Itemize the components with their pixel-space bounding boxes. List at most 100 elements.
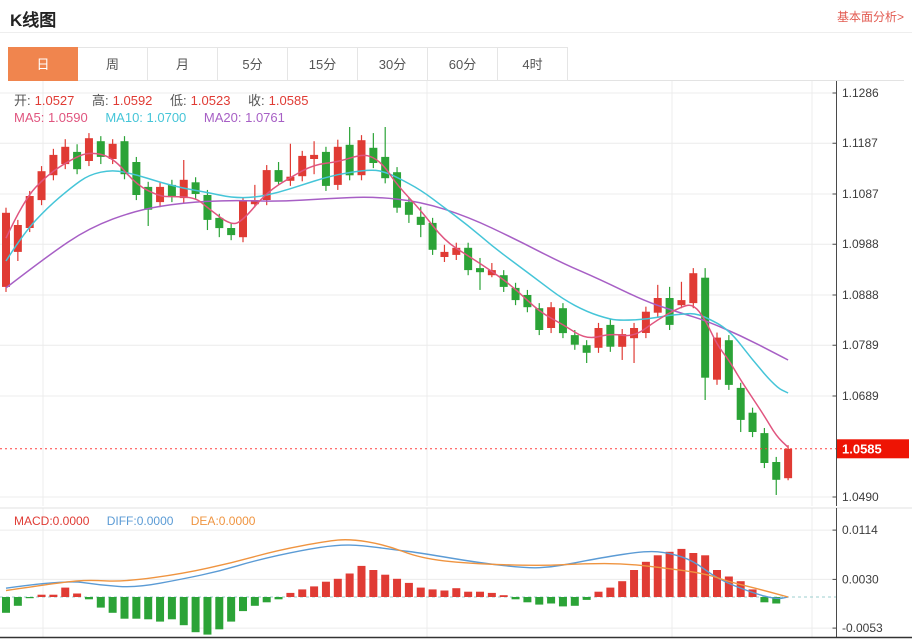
candle-down: [464, 248, 472, 270]
macd-histogram-bar: [393, 579, 401, 597]
candle-down: [725, 340, 733, 385]
candle-down: [760, 433, 768, 463]
tab-60分[interactable]: 60分: [428, 47, 498, 81]
macd-histogram-bar: [476, 592, 484, 597]
macd-histogram-bar: [227, 597, 235, 622]
macd-histogram-bar: [38, 595, 46, 597]
macd-histogram-bar: [322, 582, 330, 597]
candlestick-chart[interactable]: 1.1286 1.1187 1.1087 1.0988 1.0888 1.0789 1.06…: [0, 81, 912, 643]
macd-histogram-bar: [168, 597, 176, 619]
macd-histogram-bar: [263, 597, 271, 602]
candle-up: [49, 155, 57, 175]
y-axis-tick-label: 1.1087: [842, 187, 879, 201]
macd-histogram-bar: [251, 597, 259, 606]
macd-histogram-bar: [180, 597, 188, 625]
candle-down: [737, 388, 745, 420]
candle-down: [369, 148, 377, 163]
fundamental-analysis-link[interactable]: 基本面分析>: [837, 8, 904, 25]
macd-histogram-bar: [595, 592, 603, 597]
macd-histogram-bar: [334, 579, 342, 597]
macd-histogram-bar: [358, 566, 366, 597]
macd-histogram-bar: [689, 553, 697, 597]
macd-histogram-bar: [132, 597, 140, 619]
macd-tick-label: -0.0053: [842, 621, 883, 635]
page-title: K线图: [10, 6, 56, 31]
y-axis-tick-label: 1.0988: [842, 237, 879, 251]
candle-down: [429, 223, 437, 250]
candle-down: [322, 152, 330, 186]
candle-down: [559, 308, 567, 333]
macd-histogram-bar: [381, 575, 389, 597]
macd-histogram-bar: [203, 597, 211, 635]
macd-histogram-bar: [369, 570, 377, 597]
y-axis-tick-label: 1.0888: [842, 288, 879, 302]
y-axis-tick-label: 1.1187: [842, 136, 878, 150]
candle-down: [227, 228, 235, 235]
candle-up: [38, 171, 46, 200]
y-axis-tick-label: 1.0789: [842, 338, 879, 352]
candle-down: [583, 345, 591, 353]
macd-histogram-bar: [500, 595, 508, 597]
candle-down: [476, 268, 484, 272]
macd-histogram-bar: [440, 591, 448, 598]
y-axis-tick-label: 1.0689: [842, 389, 879, 403]
macd-histogram-bar: [547, 597, 555, 604]
candle-down: [749, 413, 757, 432]
candle-up: [310, 155, 318, 159]
current-price-badge-label: 1.0585: [842, 441, 882, 456]
macd-histogram-bar: [156, 597, 164, 622]
candle-down: [73, 152, 81, 169]
macd-histogram-bar: [535, 597, 543, 605]
candle-down: [132, 162, 140, 195]
macd-histogram-bar: [239, 597, 247, 611]
macd-histogram-bar: [14, 597, 22, 606]
macd-histogram-bar: [559, 597, 567, 606]
candle-up: [2, 213, 10, 287]
macd-histogram-bar: [215, 597, 223, 629]
macd-histogram-bar: [417, 588, 425, 597]
candle-down: [701, 278, 709, 378]
candle-up: [689, 273, 697, 303]
y-axis-tick-label: 1.1286: [842, 86, 879, 100]
macd-tick-label: 0.0030: [842, 572, 879, 586]
candle-down: [275, 170, 283, 182]
tab-30分[interactable]: 30分: [358, 47, 428, 81]
macd-histogram-bar: [346, 574, 354, 598]
page-header: K线图 基本面分析>: [0, 0, 912, 33]
macd-histogram-bar: [666, 552, 674, 597]
macd-histogram-bar: [725, 577, 733, 598]
candle-down: [121, 141, 129, 174]
candle-down: [606, 325, 614, 347]
tab-15分[interactable]: 15分: [288, 47, 358, 81]
tab-5分[interactable]: 5分: [218, 47, 288, 81]
tab-周[interactable]: 周: [78, 47, 148, 81]
macd-histogram-bar: [121, 597, 129, 619]
ma20-line: [6, 197, 788, 360]
macd-histogram-bar: [192, 597, 200, 632]
macd-histogram-bar: [606, 588, 614, 597]
macd-histogram-bar: [97, 597, 105, 608]
macd-histogram-bar: [571, 597, 579, 606]
macd-histogram-bar: [654, 555, 662, 597]
macd-histogram-bar: [760, 597, 768, 602]
macd-histogram-bar: [73, 594, 81, 598]
macd-histogram-bar: [464, 592, 472, 597]
macd-histogram-bar: [26, 597, 34, 598]
candle-down: [417, 217, 425, 225]
candle-up: [85, 138, 93, 161]
candle-up: [334, 147, 342, 185]
tab-4时[interactable]: 4时: [498, 47, 568, 81]
macd-histogram-bar: [109, 597, 117, 613]
macd-histogram-bar: [298, 589, 306, 597]
macd-histogram-bar: [618, 581, 626, 597]
candle-up: [784, 449, 792, 478]
macd-histogram-bar: [583, 597, 591, 600]
kline-page: K线图 基本面分析> 日周月5分15分30分60分4时 开:1.0527 高:1…: [0, 0, 912, 643]
macd-histogram-bar: [144, 597, 152, 619]
tab-月[interactable]: 月: [148, 47, 218, 81]
candle-down: [500, 275, 508, 287]
candle-up: [109, 144, 117, 159]
macd-histogram-bar: [49, 595, 57, 597]
candle-down: [535, 308, 543, 330]
tab-日[interactable]: 日: [8, 47, 78, 81]
